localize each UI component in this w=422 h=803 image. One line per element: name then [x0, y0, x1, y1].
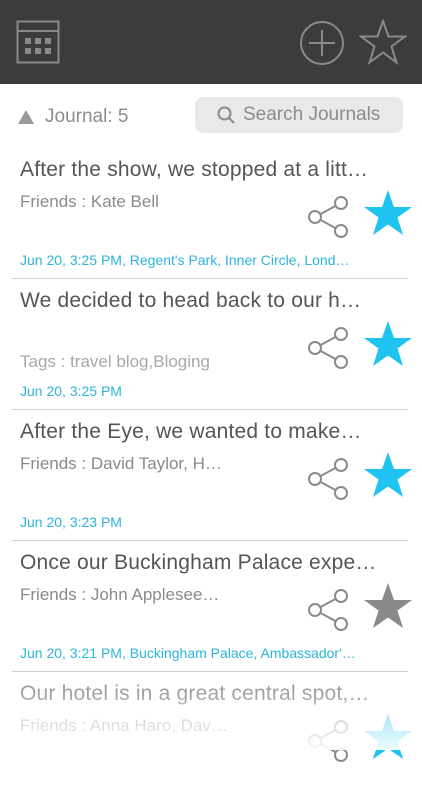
star-filled-icon[interactable] — [363, 451, 413, 499]
search-icon — [217, 106, 235, 124]
share-icon[interactable] — [306, 195, 350, 239]
journal-entry[interactable]: After the Eye, we wanted to make… Friend… — [0, 410, 422, 541]
entry-tags: Tags : travel blog,Bloging — [20, 352, 210, 371]
search-input[interactable] — [243, 99, 398, 131]
entry-friends: Friends : Anna Haro, Dav… — [20, 716, 228, 735]
journal-entry[interactable]: Our hotel is in a great central spot,… F… — [0, 672, 422, 803]
journal-count: Journal: 5 — [45, 106, 129, 127]
entry-title: Our hotel is in a great central spot,… — [20, 682, 370, 705]
share-icon[interactable] — [306, 719, 350, 763]
entry-friends: Friends : Kate Bell — [20, 192, 159, 211]
star-filled-icon[interactable] — [363, 189, 413, 237]
entry-title: After the Eye, we wanted to make… — [20, 420, 362, 443]
entry-meta: Jun 20, 3:25 PM, Regent's Park, Inner Ci… — [20, 252, 350, 268]
star-outline-icon[interactable] — [359, 19, 407, 65]
search-box[interactable] — [195, 97, 403, 133]
triangle-up-icon[interactable] — [18, 110, 34, 124]
entry-meta: Jun 20, 3:25 PM — [20, 383, 122, 399]
entry-title: We decided to head back to our h… — [20, 289, 362, 312]
entry-title: After the show, we stopped at a litt… — [20, 158, 369, 181]
share-icon[interactable] — [306, 588, 350, 632]
entry-friends: Friends : David Taylor, H… — [20, 454, 222, 473]
star-gray-icon[interactable] — [363, 582, 413, 630]
calendar-grid-icon[interactable] — [16, 20, 60, 64]
entry-friends: Friends : John Applesee… — [20, 585, 220, 604]
journal-entry[interactable]: We decided to head back to our h… Tags :… — [0, 279, 422, 410]
entry-meta: Jun 20, 3:21 PM, Buckingham Palace, Amba… — [20, 645, 356, 661]
journal-entry[interactable]: After the show, we stopped at a litt… Fr… — [0, 148, 422, 279]
top-bar — [0, 0, 422, 84]
star-filled-icon[interactable] — [363, 320, 413, 368]
entry-title: Once our Buckingham Palace expe… — [20, 551, 377, 574]
journal-entry[interactable]: Once our Buckingham Palace expe… Friends… — [0, 541, 422, 672]
entry-meta: Jun 20, 3:23 PM — [20, 514, 122, 530]
share-icon[interactable] — [306, 326, 350, 370]
share-icon[interactable] — [306, 457, 350, 501]
star-filled-icon[interactable] — [363, 713, 413, 761]
plus-circle-icon[interactable] — [299, 20, 345, 66]
